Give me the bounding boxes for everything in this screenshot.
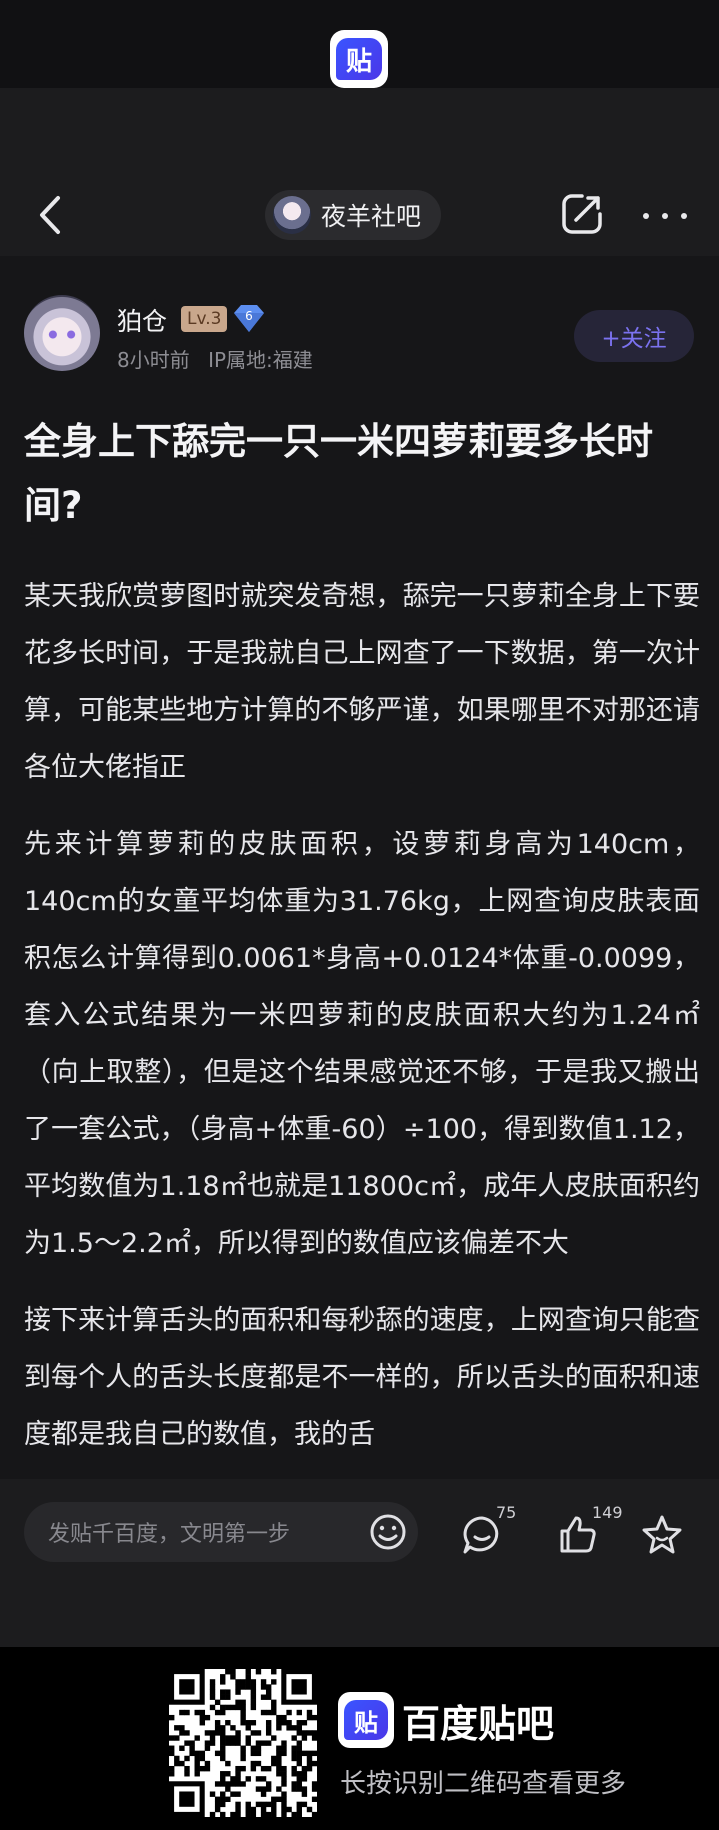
more-dot-icon: [681, 213, 687, 219]
share-footer: 贴 百度贴吧 长按识别二维码查看更多: [0, 1647, 719, 1830]
tieba-app-logo[interactable]: 贴: [330, 30, 388, 88]
diamond-icon: 6: [234, 305, 264, 332]
post-title: 全身上下舔完一只一米四萝莉要多长时间?: [24, 420, 653, 527]
badge-number: 6: [245, 309, 253, 323]
more-options-button[interactable]: [643, 198, 687, 234]
forum-avatar: [273, 196, 311, 234]
emoji-icon[interactable]: [368, 1512, 408, 1552]
like-count: 149: [592, 1503, 623, 1522]
forum-name: 夜羊社吧: [321, 202, 422, 231]
reply-input[interactable]: 发贴千百度，文明第一步: [24, 1502, 418, 1562]
favorite-button[interactable]: [640, 1509, 700, 1559]
bottom-action-bar: 发贴千百度，文明第一步 75 149: [0, 1479, 719, 1647]
ip-location: IP属地:福建: [208, 348, 313, 372]
author-avatar[interactable]: [24, 295, 100, 371]
qr-code[interactable]: [169, 1669, 318, 1818]
chevron-left-icon: [40, 196, 60, 234]
post-paragraph: 先来计算萝莉的皮肤面积，设萝莉身高为140cm，140cm的女童平均体重为31.…: [24, 829, 700, 1259]
back-button[interactable]: [32, 192, 72, 238]
brand-name: 百度贴吧: [402, 1702, 555, 1746]
more-dot-icon: [643, 213, 649, 219]
comment-button[interactable]: 75: [460, 1503, 520, 1559]
footer-logo-glyph: 贴: [344, 1700, 388, 1740]
follow-button[interactable]: +关注: [574, 310, 694, 362]
top-system-bar: 贴: [0, 0, 719, 88]
post-body: 某天我欣赏萝图时就突发奇想，舔完一只萝莉全身上下要花多长时间，于是我就自己上网查…: [24, 568, 700, 1479]
star-icon: [642, 1515, 682, 1554]
footer-tieba-logo: 贴: [338, 1692, 394, 1748]
post-paragraph: 某天我欣赏萝图时就突发奇想，舔完一只萝莉全身上下要花多长时间，于是我就自己上网查…: [24, 581, 700, 783]
forum-link[interactable]: 夜羊社吧: [265, 190, 442, 240]
share-icon: [562, 194, 602, 234]
share-button[interactable]: [558, 190, 606, 238]
tieba-logo-glyph: 贴: [336, 38, 382, 80]
like-button[interactable]: 149: [556, 1503, 623, 1559]
more-dot-icon: [662, 213, 668, 219]
diamond-badge: 6: [232, 302, 266, 334]
qr-code-icon: [169, 1669, 318, 1818]
footer-tagline: 长按识别二维码查看更多: [340, 1769, 627, 1799]
post-meta: 8小时前 IP属地:福建: [117, 344, 313, 373]
post-time: 8小时前: [117, 348, 190, 372]
level-badge: Lv.3: [181, 306, 228, 332]
author-name[interactable]: 狛仓: [117, 302, 167, 338]
reply-placeholder: 发贴千百度，文明第一步: [48, 1522, 291, 1547]
comment-count: 75: [496, 1503, 517, 1522]
post-paragraph: 接下来计算舌头的面积和每秒舔的速度，上网查询只能查到每个人的舌头长度都是不一样的…: [24, 1305, 700, 1450]
